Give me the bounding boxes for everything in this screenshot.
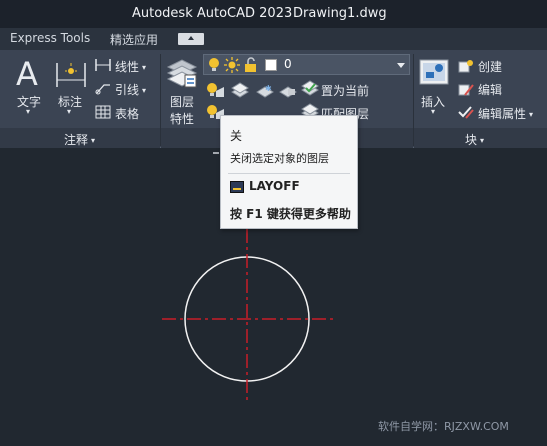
layer-properties-icon[interactable]: [165, 55, 199, 89]
layer-thaw-sun-icon[interactable]: [224, 57, 240, 73]
layer-off-icon[interactable]: [205, 82, 225, 98]
layer-on-bulb-icon[interactable]: [207, 57, 221, 73]
document-name: Drawing1.dwg: [293, 6, 387, 21]
layer-off-tooltip: 关 关闭选定对象的图层 LAYOFF 按 F1 键获得更多帮助: [220, 115, 358, 229]
leader-dropdown-icon[interactable]: ▾: [142, 86, 146, 95]
leader-text: 引线: [115, 83, 140, 97]
text-tool-icon[interactable]: A: [16, 55, 38, 93]
dimension-icon[interactable]: [54, 60, 88, 90]
edit-attributes-text: 编辑属性: [478, 107, 527, 121]
tooltip-command: LAYOFF: [249, 179, 300, 193]
edit-block-label[interactable]: 编辑: [478, 81, 502, 98]
linear-dimension-text: 线性: [115, 60, 140, 74]
table-label[interactable]: 表格: [115, 105, 139, 122]
annotation-panel-title[interactable]: 注释 ▾: [64, 131, 95, 148]
app-title: Autodesk AutoCAD 2023: [132, 6, 293, 21]
linear-dimension-icon[interactable]: [95, 58, 111, 72]
tab-featured-apps[interactable]: 精选应用: [110, 31, 158, 48]
leader-icon[interactable]: [95, 81, 111, 95]
edit-attributes-icon[interactable]: [457, 104, 475, 120]
command-line-icon: [230, 181, 244, 193]
layer-dropdown-arrow-icon[interactable]: [397, 63, 405, 68]
ribbon-minimize-toggle[interactable]: [178, 33, 204, 45]
create-block-label[interactable]: 创建: [478, 58, 502, 75]
edit-attributes-dropdown-icon[interactable]: ▾: [529, 110, 533, 119]
layer-properties-label-1[interactable]: 图层: [170, 93, 194, 110]
linear-dropdown-icon[interactable]: ▾: [142, 63, 146, 72]
block-panel-title-text: 块: [465, 133, 478, 147]
table-icon[interactable]: [95, 105, 111, 119]
tooltip-title: 关: [230, 129, 243, 143]
layer-lock-icon[interactable]: [278, 82, 298, 98]
annotation-panel-title-text: 注释: [64, 133, 89, 147]
text-tool-dropdown-icon[interactable]: ▾: [26, 107, 30, 116]
leader-label[interactable]: 引线 ▾: [115, 81, 146, 98]
tab-express-tools[interactable]: Express Tools: [10, 31, 90, 45]
layer-properties-label-2[interactable]: 特性: [170, 110, 194, 127]
watermark: 软件自学网：RJZXW.COM: [378, 420, 509, 433]
tooltip-description: 关闭选定对象的图层: [230, 152, 329, 165]
set-current-layer-icon[interactable]: [301, 80, 319, 98]
svg-text:✱: ✱: [265, 84, 272, 93]
current-layer-name: 0: [284, 57, 292, 71]
block-panel-title[interactable]: 块 ▾: [465, 131, 484, 148]
insert-block-icon[interactable]: [418, 56, 452, 88]
insert-dropdown-icon[interactable]: ▾: [431, 107, 435, 116]
linear-dimension-label[interactable]: 线性 ▾: [115, 58, 146, 75]
dimension-dropdown-icon[interactable]: ▾: [67, 107, 71, 116]
tooltip-divider: [228, 173, 350, 174]
block-panel-expand-icon[interactable]: ▾: [480, 136, 484, 145]
edit-block-icon[interactable]: [457, 81, 475, 97]
tooltip-help-hint: 按 F1 键获得更多帮助: [230, 207, 351, 221]
title-bar: Autodesk AutoCAD 2023 Drawing1.dwg: [0, 0, 547, 28]
layer-color-swatch: [265, 59, 277, 71]
annotation-panel-expand-icon[interactable]: ▾: [91, 136, 95, 145]
layer-freeze-icon[interactable]: ✱: [255, 82, 275, 98]
ribbon-tab-bar: Express Tools 精选应用: [0, 28, 547, 50]
layer-isolate-icon[interactable]: [230, 82, 250, 98]
layer-dropdown[interactable]: 0: [203, 54, 410, 75]
create-block-icon[interactable]: [457, 58, 475, 74]
edit-attributes-label[interactable]: 编辑属性 ▾: [478, 105, 533, 122]
layer-unlock-icon[interactable]: [244, 57, 258, 73]
set-current-layer-label[interactable]: 置为当前: [321, 82, 369, 99]
